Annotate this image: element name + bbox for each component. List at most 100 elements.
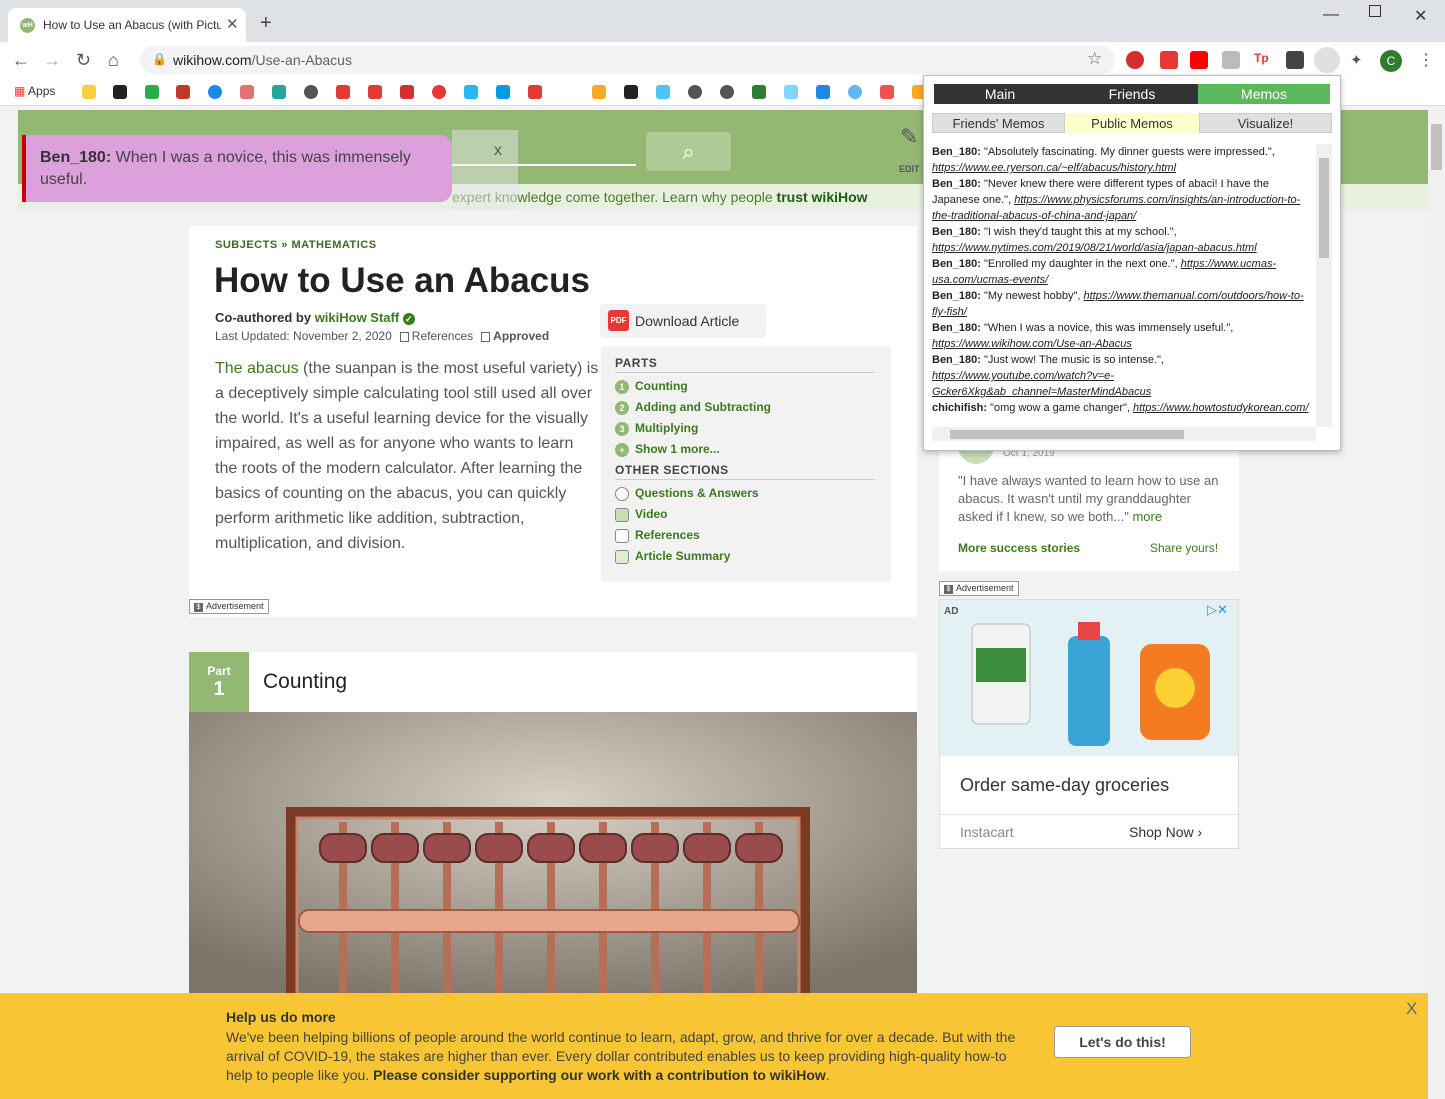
extension-icon[interactable] [1286, 51, 1304, 69]
globe-bookmark-icon[interactable] [688, 85, 702, 99]
bookmark-icon[interactable] [464, 85, 478, 99]
adchoices-icon[interactable]: ▷✕ [1207, 602, 1228, 618]
toc-part-counting[interactable]: 1 Counting [615, 379, 688, 394]
edit-label[interactable]: EDIT [899, 164, 920, 174]
bookmark-icon[interactable] [368, 85, 382, 99]
video-icon [615, 507, 629, 522]
bookmark-icon[interactable] [400, 85, 414, 99]
share-yours-link[interactable]: Share yours! [1150, 541, 1218, 555]
search-button[interactable]: ⌕ [646, 132, 731, 171]
memo-list-horizontal-scrollbar-thumb[interactable] [950, 430, 1184, 439]
translate-extension-icon[interactable] [1160, 51, 1178, 69]
minimize-icon[interactable]: — [1323, 6, 1339, 24]
references-link[interactable]: References [412, 329, 473, 343]
browser-tab[interactable]: wH How to Use an Abacus (with Pictu ✕ [8, 8, 246, 42]
back-icon[interactable]: ← [12, 50, 30, 71]
address-bar[interactable]: 🔒 wikihow.com/Use-an-Abacus ☆ [140, 46, 1115, 74]
toc-article-summary[interactable]: Article Summary [615, 549, 730, 564]
maximize-icon[interactable] [1369, 5, 1381, 17]
toc-questions[interactable]: Questions & Answers [615, 486, 759, 501]
bookmark-icon[interactable] [528, 85, 542, 99]
bookmark-icon[interactable] [240, 85, 254, 99]
breadcrumb: SUBJECTS » MATHEMATICS [215, 239, 377, 251]
toc-part-adding[interactable]: 2 Adding and Subtracting [615, 400, 771, 415]
more-success-stories-link[interactable]: More success stories [958, 541, 1080, 555]
page-scrollbar[interactable] [1428, 106, 1445, 1099]
popup-tab-main[interactable]: Main [934, 84, 1066, 104]
bookmark-icon[interactable] [176, 85, 190, 99]
donate-button[interactable]: Let's do this! [1054, 1026, 1191, 1058]
bookmark-icon[interactable] [145, 85, 159, 99]
bookmark-icon[interactable] [336, 85, 350, 99]
toc-references[interactable]: References [615, 528, 700, 543]
lock-icon: 🔒 [152, 52, 167, 66]
ad-headline[interactable]: Order same-day groceries [960, 775, 1169, 796]
bookmark-icon[interactable] [272, 85, 286, 99]
globe-bookmark-icon[interactable] [720, 85, 734, 99]
puzzle-extensions-icon[interactable]: ✦ [1350, 51, 1368, 69]
bookmark-icon[interactable] [113, 85, 127, 99]
subtab-visualize[interactable]: Visualize! [1199, 113, 1332, 133]
memo-list-scrollbar-thumb[interactable] [1319, 158, 1329, 258]
ad-image[interactable] [940, 600, 1238, 756]
more-menu-icon[interactable]: ⋮ [1418, 50, 1434, 70]
memo-toast[interactable]: Ben_180: When I was a novice, this was i… [22, 135, 452, 202]
memo-link[interactable]: https://www.nytimes.com/2019/08/21/world… [932, 242, 1257, 254]
close-window-icon[interactable]: ✕ [1414, 6, 1427, 26]
bookmark-icon[interactable] [816, 85, 830, 99]
globe-bookmark-icon[interactable] [304, 85, 318, 99]
tp-extension-icon[interactable]: Tp [1254, 51, 1272, 69]
memo-extension-icon[interactable] [1314, 47, 1340, 73]
subtab-public-memos[interactable]: Public Memos [1065, 113, 1199, 133]
list-item: Ben_180: "Never knew there were differen… [932, 178, 1301, 222]
ublock-extension-icon[interactable] [1126, 51, 1144, 69]
toast-close-button[interactable]: x [494, 142, 502, 160]
toc-show-more[interactable]: + Show 1 more... [615, 442, 720, 457]
trust-link[interactable]: trust wikiHow [777, 189, 868, 205]
approved-label[interactable]: Approved [493, 329, 549, 343]
bookmark-icon[interactable] [496, 85, 510, 99]
bookmark-icon[interactable] [432, 85, 446, 99]
memo-link[interactable]: https://www.wikihow.com/Use-an-Abacus [932, 338, 1132, 350]
new-tab-icon[interactable]: + [260, 12, 272, 35]
memo-extension-popup: Main Friends Memos Friends' Memos Public… [923, 75, 1341, 451]
popup-tab-memos[interactable]: Memos [1198, 84, 1330, 104]
memo-link[interactable]: https://www.howtostudykorean.com/ [1133, 402, 1308, 414]
folder-bookmark-icon[interactable] [82, 85, 96, 99]
pencil-icon[interactable]: ✎ [900, 124, 918, 150]
bookmark-icon[interactable] [592, 85, 606, 99]
home-icon[interactable]: ⌂ [108, 50, 119, 71]
forward-icon[interactable]: → [43, 50, 61, 71]
apps-bookmark[interactable]: ▦ Apps [14, 84, 55, 98]
bookmark-icon[interactable] [848, 85, 862, 99]
bookmark-star-icon[interactable]: ☆ [1087, 49, 1102, 69]
donation-close-button[interactable]: X [1406, 999, 1417, 1019]
sidebar-ad[interactable]: AD ▷✕ Order same-day groceries Instacart… [939, 599, 1239, 849]
coauthor-link[interactable]: wikiHow Staff [315, 310, 400, 325]
popup-tab-friends[interactable]: Friends [1066, 84, 1198, 104]
download-article-button[interactable]: PDF Download Article [600, 304, 766, 338]
bookmark-icon[interactable] [656, 85, 670, 99]
extension-icon[interactable] [1222, 51, 1240, 69]
url-text[interactable]: wikihow.com/Use-an-Abacus [173, 52, 352, 68]
memo-link[interactable]: https://www.ee.ryerson.ca/~elf/abacus/hi… [932, 162, 1176, 174]
shop-now-button[interactable]: Shop Now › [1129, 824, 1202, 840]
nytimes-bookmark-icon[interactable] [624, 85, 638, 99]
breadcrumb-subjects[interactable]: SUBJECTS [215, 239, 278, 251]
abacus-link[interactable]: The abacus [215, 360, 299, 377]
subtab-friends-memos[interactable]: Friends' Memos [932, 113, 1065, 133]
profile-avatar[interactable]: C [1380, 50, 1402, 72]
story-more-link[interactable]: more [1132, 509, 1162, 524]
reload-icon[interactable]: ↻ [76, 50, 91, 71]
memo-link[interactable]: https://www.youtube.com/watch?v=e-Gcker6… [932, 370, 1151, 398]
youtube-extension-icon[interactable] [1190, 51, 1208, 69]
bookmark-icon[interactable] [784, 85, 798, 99]
breadcrumb-mathematics[interactable]: MATHEMATICS [291, 239, 376, 251]
page-scrollbar-thumb[interactable] [1431, 124, 1442, 170]
toc-part-multiplying[interactable]: 3 Multiplying [615, 421, 698, 436]
close-tab-icon[interactable]: ✕ [226, 15, 239, 33]
bookmark-icon[interactable] [752, 85, 766, 99]
bookmark-icon[interactable] [880, 85, 894, 99]
toc-video[interactable]: Video [615, 507, 667, 522]
bookmark-icon[interactable] [208, 85, 222, 99]
